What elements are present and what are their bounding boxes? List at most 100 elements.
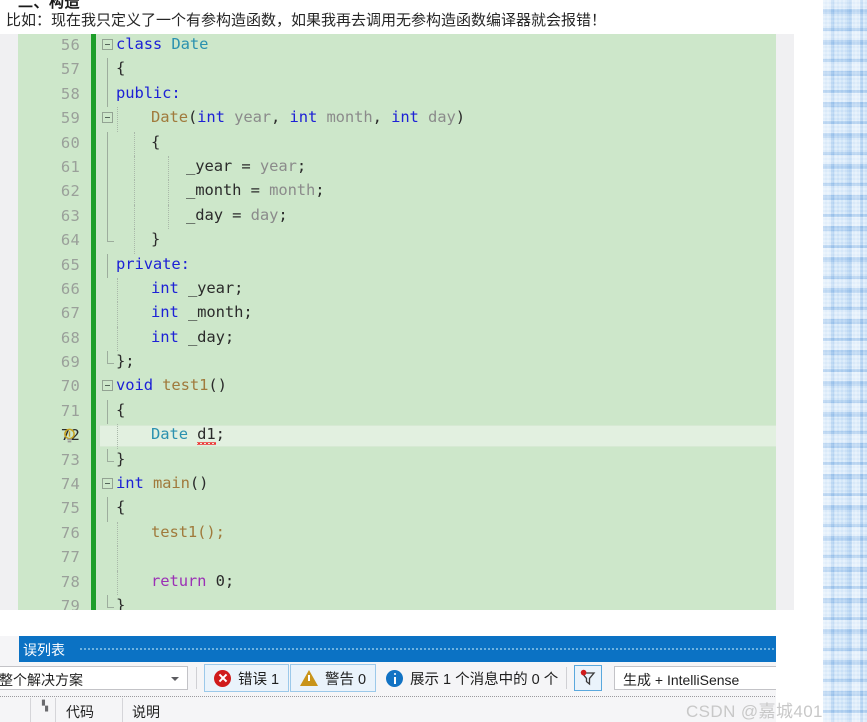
code-line[interactable]: 58 public: bbox=[18, 82, 776, 108]
indent-guide bbox=[134, 204, 135, 230]
line-number: 68 bbox=[60, 328, 80, 347]
fold-toggle-icon[interactable] bbox=[102, 380, 113, 392]
code-line[interactable]: 62 _month = month; bbox=[18, 180, 776, 205]
token-keyword-int: int bbox=[151, 303, 179, 322]
indent-guide bbox=[134, 229, 135, 254]
code-line[interactable]: 66 int _year; bbox=[18, 277, 776, 303]
indent-guide bbox=[117, 302, 118, 327]
change-bar bbox=[91, 399, 96, 425]
toolbar-separator bbox=[566, 667, 567, 689]
code-text: { bbox=[116, 498, 125, 516]
error-list-toolbar: 整个解决方案 错误 1 警告 0 展示 1 个消息中的 0 个 生成 + Int… bbox=[0, 662, 823, 694]
column-divider[interactable] bbox=[122, 698, 123, 722]
code-line[interactable]: 59 Date(int year, int month, int day) bbox=[18, 107, 776, 132]
code-line[interactable]: 73 } bbox=[18, 448, 776, 474]
token-keyword-public: public: bbox=[116, 83, 181, 102]
token-paren-open: ( bbox=[187, 108, 198, 127]
code-line[interactable]: 69 }; bbox=[18, 351, 776, 376]
sort-indicator-icon[interactable]: ▚ bbox=[42, 701, 48, 712]
code-line[interactable]: 79 } bbox=[18, 594, 776, 610]
code-line[interactable]: 65 private: bbox=[18, 253, 776, 278]
change-bar bbox=[91, 570, 96, 595]
filter-settings-button[interactable] bbox=[574, 665, 602, 691]
fold-toggle-icon[interactable] bbox=[102, 478, 113, 490]
column-divider[interactable] bbox=[30, 698, 31, 722]
token-param-year: year bbox=[234, 108, 272, 127]
code-line[interactable]: 63 _day = day; bbox=[18, 204, 776, 230]
line-number: 74 bbox=[60, 475, 80, 494]
column-header-code[interactable]: 代码 bbox=[66, 702, 94, 722]
warnings-toggle-button[interactable]: 警告 0 bbox=[290, 664, 377, 692]
code-line[interactable]: 76 test1(); bbox=[18, 521, 776, 547]
token-comma: , bbox=[372, 108, 382, 127]
code-line-current[interactable]: 72 Date d1; bbox=[18, 424, 776, 449]
build-filter-combo[interactable]: 生成 + IntelliSense bbox=[614, 666, 794, 690]
code-text: int _month; bbox=[151, 303, 253, 321]
code-line[interactable]: 60 { bbox=[18, 131, 776, 156]
lightbulb-icon[interactable] bbox=[62, 428, 77, 444]
error-list-title-bar[interactable]: 误列表 bbox=[19, 636, 823, 662]
token-ctor-date: Date bbox=[151, 108, 188, 127]
token-keyword-int: int bbox=[151, 327, 179, 346]
token-brace-close: } bbox=[151, 230, 161, 249]
indent-guide bbox=[117, 521, 118, 547]
column-divider[interactable] bbox=[55, 698, 56, 722]
token-param-month: month bbox=[269, 181, 316, 200]
line-number: 56 bbox=[60, 36, 80, 54]
line-number: 58 bbox=[60, 84, 80, 103]
code-text: int _day; bbox=[151, 328, 234, 346]
token-field-month: _month bbox=[186, 181, 242, 200]
code-line[interactable]: 61 _year = year; bbox=[18, 155, 776, 181]
token-keyword-private: private: bbox=[116, 254, 190, 273]
code-line[interactable]: 71 { bbox=[18, 399, 776, 425]
line-number: 65 bbox=[60, 255, 80, 274]
warnings-toggle-label: 警告 0 bbox=[325, 671, 367, 688]
token-keyword-class: class bbox=[116, 35, 163, 53]
line-number: 78 bbox=[60, 572, 80, 591]
code-line[interactable]: 70 void test1() bbox=[18, 375, 776, 400]
code-text: _month = month; bbox=[186, 181, 325, 199]
code-line[interactable]: 74 int main() bbox=[18, 473, 776, 498]
code-line[interactable]: 57 { bbox=[18, 58, 776, 83]
fold-guide bbox=[107, 180, 108, 205]
column-header-description[interactable]: 说明 bbox=[132, 702, 160, 722]
change-bar bbox=[91, 473, 96, 498]
fold-toggle-icon[interactable] bbox=[102, 39, 113, 50]
indent-guide bbox=[117, 107, 118, 132]
code-line[interactable]: 75 { bbox=[18, 497, 776, 522]
line-number: 71 bbox=[60, 401, 80, 420]
errors-toggle-button[interactable]: 错误 1 bbox=[204, 664, 290, 692]
code-line[interactable]: 77 bbox=[18, 546, 776, 571]
chevron-down-icon[interactable] bbox=[171, 677, 179, 681]
watermark-text: CSDN @嘉城401 bbox=[686, 702, 823, 721]
token-paren-close: ) bbox=[455, 108, 465, 127]
fold-toggle-icon[interactable] bbox=[102, 112, 113, 124]
token-brace-close: } bbox=[116, 449, 126, 468]
messages-toggle-label: 展示 1 个消息中的 0 个 bbox=[410, 671, 559, 688]
article-top-area: 二、构造 比如：现在我只定义了一个有参构造函数，如果我再去调用无参构造函数编译器… bbox=[0, 0, 823, 34]
fold-guide-end bbox=[107, 229, 114, 243]
build-filter-value: 生成 + IntelliSense bbox=[623, 672, 740, 688]
code-line[interactable]: 68 int _day; bbox=[18, 326, 776, 352]
messages-toggle-button[interactable]: 展示 1 个消息中的 0 个 bbox=[380, 664, 564, 692]
change-bar bbox=[91, 546, 96, 571]
scope-filter-combo[interactable]: 整个解决方案 bbox=[0, 666, 188, 690]
code-text: } bbox=[116, 450, 125, 468]
title-bar-grip bbox=[79, 647, 817, 652]
fold-guide bbox=[107, 204, 108, 230]
code-line[interactable]: 67 int _month; bbox=[18, 302, 776, 327]
info-icon bbox=[386, 669, 403, 687]
line-number: 67 bbox=[60, 304, 80, 323]
code-line-list: 56 class Date 57 { 58 public: 59 Date(in… bbox=[18, 34, 776, 610]
warning-icon bbox=[300, 670, 318, 686]
code-editor[interactable]: 56 class Date 57 { 58 public: 59 Date(in… bbox=[18, 34, 776, 610]
change-bar bbox=[91, 497, 96, 522]
code-line[interactable]: 64 } bbox=[18, 229, 776, 254]
code-line[interactable]: 78 return 0; bbox=[18, 570, 776, 595]
fold-guide bbox=[107, 58, 108, 83]
code-line[interactable]: 56 class Date bbox=[18, 34, 776, 59]
page-background-texture bbox=[823, 0, 867, 722]
token-brace-open: { bbox=[116, 498, 126, 517]
line-number: 79 bbox=[60, 596, 80, 610]
indent-guide bbox=[168, 155, 169, 181]
